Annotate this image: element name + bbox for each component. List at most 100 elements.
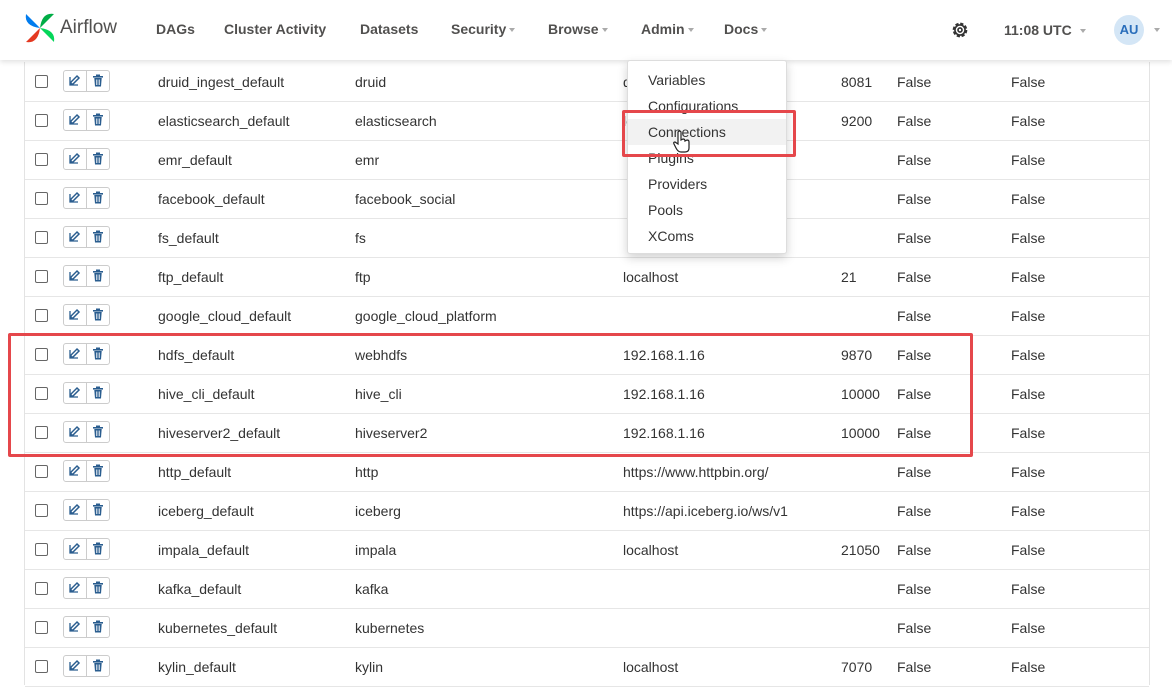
- edit-icon[interactable]: [64, 500, 87, 520]
- row-actions: [63, 148, 110, 170]
- admin-menu-item-variables[interactable]: Variables: [628, 67, 786, 93]
- row-checkbox[interactable]: [35, 114, 48, 127]
- edit-icon[interactable]: [64, 110, 87, 130]
- table-row: emr_default emr False False: [25, 140, 1149, 180]
- table-row: iceberg_default iceberg https://api.iceber…: [25, 491, 1149, 531]
- edit-icon[interactable]: [64, 227, 87, 247]
- nav-browse-label: Browse: [548, 21, 599, 37]
- is-extra-encrypted-cell: False: [1011, 269, 1046, 285]
- hadoop-rows-highlight: [8, 333, 973, 457]
- port-cell: 21: [841, 269, 857, 285]
- trash-icon[interactable]: [87, 539, 109, 559]
- edit-icon[interactable]: [64, 617, 87, 637]
- is-extra-encrypted-cell: False: [1011, 425, 1046, 441]
- edit-icon[interactable]: [64, 461, 87, 481]
- admin-menu-item-pools[interactable]: Pools: [628, 197, 786, 223]
- edit-icon[interactable]: [64, 656, 87, 676]
- nav-admin-label: Admin: [641, 21, 685, 37]
- row-checkbox[interactable]: [35, 231, 48, 244]
- row-checkbox[interactable]: [35, 465, 48, 478]
- trash-icon[interactable]: [87, 188, 109, 208]
- is-extra-encrypted-cell: False: [1011, 347, 1046, 363]
- conn-type-cell: kylin: [355, 659, 384, 675]
- admin-menu-item-label: Providers: [648, 176, 708, 192]
- nav-browse[interactable]: Browse: [548, 21, 608, 37]
- is-extra-encrypted-cell: False: [1011, 191, 1046, 207]
- conn-id-cell: facebook_default: [158, 191, 265, 207]
- brand-name[interactable]: Airflow: [60, 17, 117, 39]
- row-checkbox[interactable]: [35, 660, 48, 673]
- host-cell: localhost: [623, 659, 679, 675]
- gear-icon[interactable]: [949, 19, 971, 41]
- edit-icon[interactable]: [64, 578, 87, 598]
- row-checkbox[interactable]: [35, 75, 48, 88]
- trash-icon[interactable]: [87, 266, 109, 286]
- row-checkbox[interactable]: [35, 153, 48, 166]
- row-checkbox[interactable]: [35, 621, 48, 634]
- trash-icon[interactable]: [87, 656, 109, 676]
- navbar: Airflow DAGs Cluster Activity Datasets S…: [0, 0, 1172, 60]
- nav-admin[interactable]: Admin: [641, 21, 694, 37]
- is-encrypted-cell: False: [897, 191, 932, 207]
- row-checkbox[interactable]: [35, 192, 48, 205]
- row-checkbox[interactable]: [35, 309, 48, 322]
- edit-icon[interactable]: [64, 71, 87, 91]
- chevron-down-icon[interactable]: [1154, 28, 1160, 32]
- nav-docs[interactable]: Docs: [724, 21, 768, 37]
- trash-icon[interactable]: [87, 578, 109, 598]
- chevron-down-icon: [1079, 29, 1086, 34]
- host-cell: https://www.httpbin.org/: [623, 464, 769, 480]
- nav-docs-label: Docs: [724, 21, 759, 37]
- edit-icon[interactable]: [64, 149, 87, 169]
- row-checkbox[interactable]: [35, 582, 48, 595]
- conn-type-cell: elasticsearch: [355, 113, 437, 129]
- row-actions: [63, 577, 110, 599]
- trash-icon[interactable]: [87, 110, 109, 130]
- admin-menu-item-xcoms[interactable]: XComs: [628, 223, 786, 249]
- trash-icon[interactable]: [87, 227, 109, 247]
- row-checkbox[interactable]: [35, 543, 48, 556]
- row-checkbox[interactable]: [35, 270, 48, 283]
- clock-time-label: 11:08 UTC: [1004, 22, 1072, 38]
- is-encrypted-cell: False: [897, 542, 932, 558]
- nav-security[interactable]: Security: [451, 21, 516, 37]
- row-actions: [63, 655, 110, 677]
- port-cell: 21050: [841, 542, 880, 558]
- table-row: kylin_default kylin localhost 7070 False Fals…: [25, 647, 1149, 687]
- hand-pointer-cursor-icon: [673, 130, 690, 153]
- conn-type-cell: impala: [355, 542, 397, 558]
- clock-time[interactable]: 11:08 UTC: [1004, 22, 1086, 38]
- nav-cluster-activity[interactable]: Cluster Activity: [224, 21, 326, 37]
- admin-menu-item-providers[interactable]: Providers: [628, 171, 786, 197]
- conn-type-cell: fs: [355, 230, 366, 246]
- conn-id-cell: kubernetes_default: [158, 620, 278, 636]
- edit-icon[interactable]: [64, 305, 87, 325]
- nav-dags[interactable]: DAGs: [156, 21, 195, 37]
- trash-icon[interactable]: [87, 461, 109, 481]
- trash-icon[interactable]: [87, 500, 109, 520]
- admin-dropdown-menu: Variables Configurations Connections Plugin…: [627, 60, 787, 254]
- is-extra-encrypted-cell: False: [1011, 659, 1046, 675]
- trash-icon[interactable]: [87, 617, 109, 637]
- row-checkbox[interactable]: [35, 504, 48, 517]
- trash-icon[interactable]: [87, 305, 109, 325]
- trash-icon[interactable]: [87, 149, 109, 169]
- edit-icon[interactable]: [64, 539, 87, 559]
- is-encrypted-cell: False: [897, 308, 932, 324]
- conn-id-cell: iceberg_default: [158, 503, 254, 519]
- is-extra-encrypted-cell: False: [1011, 542, 1046, 558]
- trash-icon[interactable]: [87, 71, 109, 91]
- nav-security-label: Security: [451, 21, 507, 37]
- is-encrypted-cell: False: [897, 269, 932, 285]
- airflow-logo-icon[interactable]: [22, 10, 58, 46]
- is-extra-encrypted-cell: False: [1011, 152, 1046, 168]
- is-encrypted-cell: False: [897, 74, 932, 90]
- conn-id-cell: kylin_default: [158, 659, 236, 675]
- edit-icon[interactable]: [64, 266, 87, 286]
- edit-icon[interactable]: [64, 188, 87, 208]
- nav-datasets[interactable]: Datasets: [360, 21, 418, 37]
- is-encrypted-cell: False: [897, 113, 932, 129]
- is-extra-encrypted-cell: False: [1011, 386, 1046, 402]
- conn-id-cell: http_default: [158, 464, 232, 480]
- user-avatar[interactable]: AU: [1114, 15, 1144, 45]
